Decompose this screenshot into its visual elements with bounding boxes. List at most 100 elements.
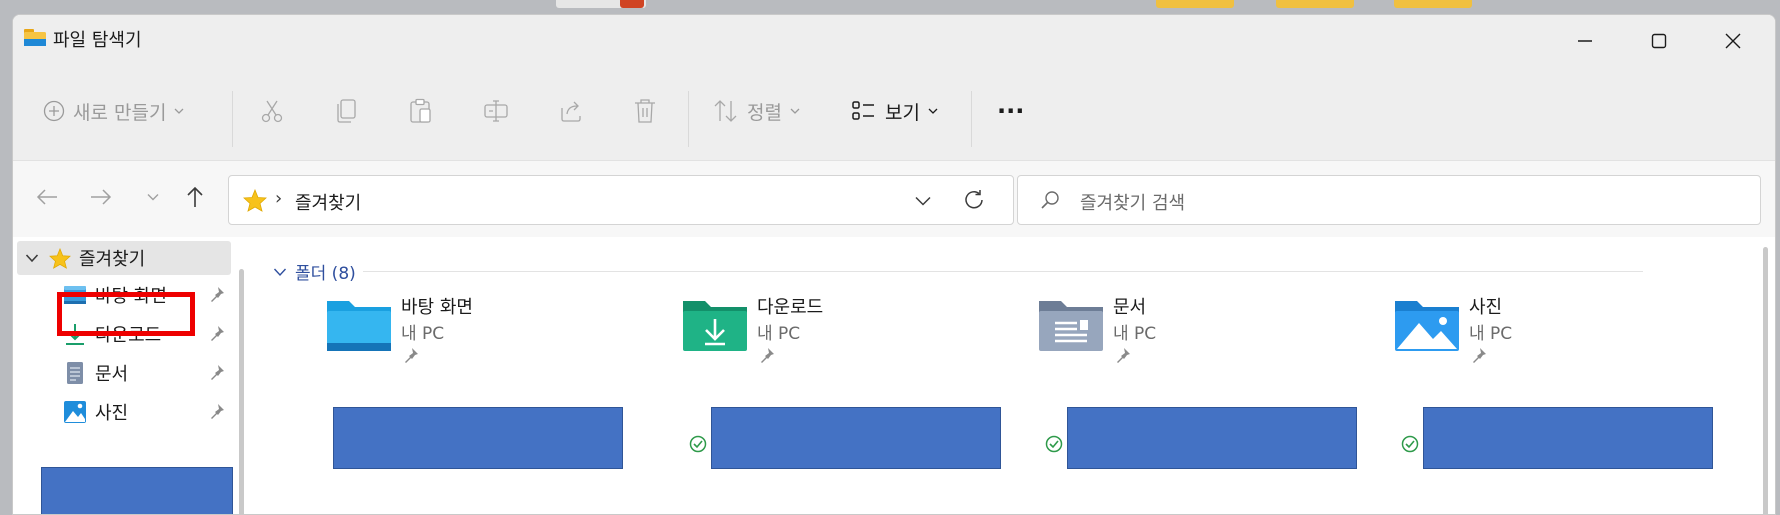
address-bar[interactable]: › 즐겨찾기 xyxy=(228,175,1014,225)
chevron-down-icon xyxy=(273,268,287,276)
search-icon xyxy=(1041,191,1059,209)
powerpoint-icon xyxy=(620,0,644,8)
pictures-icon xyxy=(64,401,86,423)
file-explorer-window: 파일 탐색기 새로 만들기 정렬 보기 ··· › 즐겨찾기 즐겨찾기 검색 즐… xyxy=(12,14,1776,515)
view-icon xyxy=(852,101,874,120)
sidebar-item-label: 문서 xyxy=(95,364,129,385)
delete-button[interactable] xyxy=(633,91,657,131)
toolbar-separator xyxy=(232,91,233,147)
folder-name: 사진 xyxy=(1469,297,1503,318)
share-button[interactable] xyxy=(559,91,585,131)
redacted-folder-tile xyxy=(333,407,623,469)
maximize-button[interactable] xyxy=(1639,27,1679,55)
maximize-icon xyxy=(1651,33,1667,49)
pin-icon xyxy=(211,287,224,302)
cut-button[interactable] xyxy=(259,91,285,131)
redacted-folder-tile xyxy=(1067,407,1357,469)
pin-icon xyxy=(211,326,224,341)
pictures-folder-icon xyxy=(1395,301,1459,351)
chevron-down-icon xyxy=(147,194,159,201)
folder-tile-documents[interactable]: 문서 내 PC xyxy=(1037,277,1337,363)
copy-icon xyxy=(337,99,356,123)
up-button[interactable] xyxy=(179,180,211,214)
sort-icon xyxy=(714,100,737,122)
search-box[interactable]: 즐겨찾기 검색 xyxy=(1017,175,1761,225)
recent-locations-button[interactable] xyxy=(137,180,169,214)
forward-button[interactable] xyxy=(85,180,117,214)
chevron-down-icon[interactable] xyxy=(25,253,39,263)
pin-icon xyxy=(211,365,224,380)
redacted-sidebar-item xyxy=(41,467,233,514)
star-icon xyxy=(243,189,267,212)
refresh-icon[interactable] xyxy=(963,189,985,211)
command-bar: 새로 만들기 정렬 보기 ··· xyxy=(13,67,1775,161)
breadcrumb-favorites[interactable]: 즐겨찾기 xyxy=(295,189,361,215)
share-icon xyxy=(561,101,581,122)
chevron-down-icon xyxy=(790,108,800,114)
content-pane: 폴더 (8) 바탕 화면 내 PC 다운로드 내 PC 문서 내 PC 사진 내… xyxy=(245,237,1775,514)
close-icon xyxy=(1725,33,1741,49)
chevron-down-icon[interactable] xyxy=(915,196,931,206)
sort-button-label: 정렬 xyxy=(747,101,782,124)
back-button[interactable] xyxy=(31,180,63,214)
sync-check-icon xyxy=(1045,435,1063,453)
sync-check-icon xyxy=(1401,435,1419,453)
sidebar-item-documents[interactable]: 문서 xyxy=(63,357,128,389)
file-explorer-icon xyxy=(24,29,46,46)
copy-button[interactable] xyxy=(335,91,359,131)
scissors-icon xyxy=(261,100,283,123)
folder-location: 내 PC xyxy=(401,324,445,344)
content-scrollbar[interactable] xyxy=(1763,247,1768,514)
arrow-left-icon xyxy=(36,189,57,205)
view-button-label: 보기 xyxy=(885,101,920,124)
folder-tile-pictures[interactable]: 사진 내 PC xyxy=(1393,277,1693,363)
pin-icon xyxy=(1117,348,1130,363)
toolbar-separator xyxy=(971,91,972,147)
highlight-box xyxy=(57,292,195,336)
paste-button[interactable] xyxy=(409,91,433,131)
close-button[interactable] xyxy=(1713,27,1753,55)
folder-tile-downloads[interactable]: 다운로드 내 PC xyxy=(681,277,981,363)
trash-icon xyxy=(635,99,655,123)
new-button-label: 새로 만들기 xyxy=(73,101,167,124)
more-options-label: ··· xyxy=(997,97,1025,125)
redacted-folder-tile xyxy=(1423,407,1713,469)
sidebar-scrollbar[interactable] xyxy=(239,269,244,514)
group-divider xyxy=(363,271,1643,272)
plus-circle-icon xyxy=(43,100,65,122)
sidebar-item-label: 사진 xyxy=(95,403,129,424)
chevron-down-icon xyxy=(928,108,938,114)
folder-tile-desktop[interactable]: 바탕 화면 내 PC xyxy=(325,277,625,363)
arrow-right-icon xyxy=(91,189,112,205)
sync-check-icon xyxy=(689,435,707,453)
chevron-down-icon xyxy=(174,108,184,114)
breadcrumb-separator: › xyxy=(275,188,283,209)
folder-location: 내 PC xyxy=(757,324,801,344)
arrow-up-icon xyxy=(187,186,203,207)
downloads-folder-icon xyxy=(683,301,747,351)
rename-button[interactable] xyxy=(483,91,509,131)
folder-location: 내 PC xyxy=(1469,324,1513,344)
desktop-folder-icon xyxy=(327,301,391,351)
redacted-folder-tile xyxy=(711,407,1001,469)
new-button[interactable]: 새로 만들기 xyxy=(43,91,184,131)
toolbar-separator xyxy=(688,91,689,147)
window-title: 파일 탐색기 xyxy=(53,30,142,51)
documents-folder-icon xyxy=(1039,301,1103,351)
address-row: › 즐겨찾기 즐겨찾기 검색 xyxy=(13,161,1775,237)
search-placeholder: 즐겨찾기 검색 xyxy=(1080,193,1186,214)
minimize-button[interactable] xyxy=(1565,27,1605,55)
sidebar-item-label: 즐겨찾기 xyxy=(79,249,146,270)
pin-icon xyxy=(1473,348,1486,363)
title-bar: 파일 탐색기 xyxy=(13,15,1775,67)
sidebar-item-favorites[interactable]: 즐겨찾기 xyxy=(17,241,231,275)
desktop-background-item xyxy=(1276,0,1354,8)
sort-button[interactable]: 정렬 xyxy=(713,91,800,131)
view-button[interactable]: 보기 xyxy=(851,91,938,131)
folder-location: 내 PC xyxy=(1113,324,1157,344)
folder-name: 문서 xyxy=(1113,297,1147,318)
more-options-button[interactable]: ··· xyxy=(997,91,1024,131)
sidebar-item-pictures[interactable]: 사진 xyxy=(63,396,128,428)
desktop-background-item xyxy=(1156,0,1234,8)
pin-icon xyxy=(761,348,774,363)
